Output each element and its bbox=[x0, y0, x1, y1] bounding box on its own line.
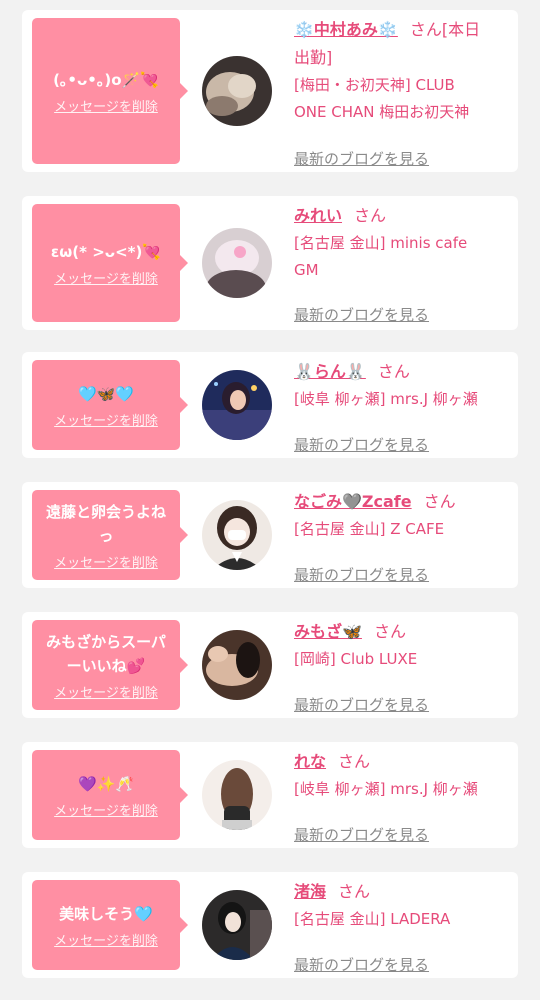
cast-card: 美味しそう🩵 メッセージを削除 渚海 さん [名古屋 金山] LADERA 最新の… bbox=[22, 872, 518, 978]
cast-card: εω(* >ᴗ<*)💘 メッセージを削除 みれい さん [名古屋 金山] mini… bbox=[22, 196, 518, 330]
favorites-list: (｡•ᴗ•｡)ο🪄💘 メッセージを削除 ❄️中村あみ❄️ さん[本日 出勤] [梅… bbox=[0, 0, 540, 1000]
shop-link[interactable]: [岐阜 柳ヶ瀬] mrs.J 柳ヶ瀬 bbox=[294, 776, 514, 803]
message-text: 🩵🦋🩵 bbox=[77, 384, 135, 403]
latest-blog-link[interactable]: 最新のブログを見る bbox=[294, 304, 429, 325]
shop-link[interactable]: [名古屋 金山] minis cafe GM bbox=[294, 230, 514, 284]
cast-name-link[interactable]: みれい bbox=[294, 206, 342, 225]
cast-name-link[interactable]: 🐰らん🐰 bbox=[294, 362, 366, 381]
honorific: さん bbox=[338, 752, 371, 771]
latest-blog-link[interactable]: 最新のブログを見る bbox=[294, 564, 429, 585]
avatar[interactable] bbox=[202, 630, 272, 700]
latest-blog-link[interactable]: 最新のブログを見る bbox=[294, 694, 429, 715]
shop-link[interactable]: [名古屋 金山] LADERA bbox=[294, 906, 514, 933]
message-bubble: (｡•ᴗ•｡)ο🪄💘 メッセージを削除 bbox=[32, 18, 188, 164]
delete-message-link[interactable]: メッセージを削除 bbox=[54, 682, 158, 701]
message-text: 美味しそう🩵 bbox=[59, 904, 153, 923]
cast-info: 渚海 さん [名古屋 金山] LADERA 最新のブログを見る bbox=[294, 878, 514, 974]
cast-card: 🩵🦋🩵 メッセージを削除 🐰らん🐰 さん [岐阜 柳ヶ瀬] mrs.J 柳ヶ瀬 最… bbox=[22, 352, 518, 458]
delete-message-link[interactable]: メッセージを削除 bbox=[54, 268, 158, 287]
avatar[interactable] bbox=[202, 500, 272, 570]
message-text: εω(* >ᴗ<*)💘 bbox=[50, 242, 162, 261]
avatar[interactable] bbox=[202, 760, 272, 830]
delete-message-link[interactable]: メッセージを削除 bbox=[54, 96, 158, 115]
honorific: さん[本日 bbox=[409, 20, 481, 39]
cast-info: 🐰らん🐰 さん [岐阜 柳ヶ瀬] mrs.J 柳ヶ瀬 最新のブログを見る bbox=[294, 358, 514, 454]
honorific: さん bbox=[423, 492, 456, 511]
honorific: さん bbox=[354, 206, 387, 225]
honorific: さん bbox=[377, 362, 410, 381]
delete-message-link[interactable]: メッセージを削除 bbox=[54, 930, 158, 949]
avatar[interactable] bbox=[202, 370, 272, 440]
cast-info: れな さん [岐阜 柳ヶ瀬] mrs.J 柳ヶ瀬 最新のブログを見る bbox=[294, 748, 514, 844]
cast-info: なごみ🩶Zcafe さん [名古屋 金山] Z CAFE 最新のブログを見る bbox=[294, 488, 514, 584]
latest-blog-link[interactable]: 最新のブログを見る bbox=[294, 148, 429, 169]
message-bubble: 美味しそう🩵 メッセージを削除 bbox=[32, 880, 188, 970]
message-text: (｡•ᴗ•｡)ο🪄💘 bbox=[53, 70, 159, 89]
shop-link[interactable]: [岡崎] Club LUXE bbox=[294, 646, 514, 673]
cast-card: 遠藤と卵会うよね っ メッセージを削除 なごみ🩶Zcafe さん [名古屋 金山]… bbox=[22, 482, 518, 588]
shop-link[interactable]: [岐阜 柳ヶ瀬] mrs.J 柳ヶ瀬 bbox=[294, 386, 514, 413]
cast-info: ❄️中村あみ❄️ さん[本日 出勤] [梅田・お初天神] CLUB ONE CHA… bbox=[294, 16, 514, 168]
cast-name-link[interactable]: 渚海 bbox=[294, 882, 326, 901]
cast-name-link[interactable]: ❄️中村あみ❄️ bbox=[294, 20, 398, 39]
delete-message-link[interactable]: メッセージを削除 bbox=[54, 552, 158, 571]
avatar[interactable] bbox=[202, 228, 272, 298]
delete-message-link[interactable]: メッセージを削除 bbox=[54, 800, 158, 819]
attendance-status: 出勤] bbox=[294, 48, 333, 67]
cast-name-link[interactable]: なごみ🩶Zcafe bbox=[294, 492, 412, 511]
message-text: みもざからスーパ ーいいね💕 bbox=[46, 632, 166, 675]
cast-name-link[interactable]: れな bbox=[294, 752, 326, 771]
cast-name-link[interactable]: みもざ🦋 bbox=[294, 622, 362, 641]
message-text: 遠藤と卵会うよね っ bbox=[45, 502, 166, 545]
latest-blog-link[interactable]: 最新のブログを見る bbox=[294, 954, 429, 975]
honorific: さん bbox=[338, 882, 371, 901]
cast-card: (｡•ᴗ•｡)ο🪄💘 メッセージを削除 ❄️中村あみ❄️ さん[本日 出勤] [梅… bbox=[22, 10, 518, 172]
latest-blog-link[interactable]: 最新のブログを見る bbox=[294, 824, 429, 845]
avatar[interactable] bbox=[202, 56, 272, 126]
message-text: 💜✨🥂 bbox=[77, 774, 135, 793]
shop-link[interactable]: [名古屋 金山] Z CAFE bbox=[294, 516, 514, 543]
latest-blog-link[interactable]: 最新のブログを見る bbox=[294, 434, 429, 455]
message-bubble: εω(* >ᴗ<*)💘 メッセージを削除 bbox=[32, 204, 188, 322]
shop-link[interactable]: [梅田・お初天神] CLUB ONE CHAN 梅田お初天神 bbox=[294, 72, 514, 126]
delete-message-link[interactable]: メッセージを削除 bbox=[54, 410, 158, 429]
cast-card: みもざからスーパ ーいいね💕 メッセージを削除 みもざ🦋 さん [岡崎] Club… bbox=[22, 612, 518, 718]
message-bubble: 🩵🦋🩵 メッセージを削除 bbox=[32, 360, 188, 450]
honorific: さん bbox=[373, 622, 406, 641]
message-bubble: 遠藤と卵会うよね っ メッセージを削除 bbox=[32, 490, 188, 580]
cast-info: みもざ🦋 さん [岡崎] Club LUXE 最新のブログを見る bbox=[294, 618, 514, 714]
avatar[interactable] bbox=[202, 890, 272, 960]
cast-info: みれい さん [名古屋 金山] minis cafe GM 最新のブログを見る bbox=[294, 202, 514, 324]
message-bubble: 💜✨🥂 メッセージを削除 bbox=[32, 750, 188, 840]
message-bubble: みもざからスーパ ーいいね💕 メッセージを削除 bbox=[32, 620, 188, 710]
cast-card: 💜✨🥂 メッセージを削除 れな さん [岐阜 柳ヶ瀬] mrs.J 柳ヶ瀬 最新の… bbox=[22, 742, 518, 848]
